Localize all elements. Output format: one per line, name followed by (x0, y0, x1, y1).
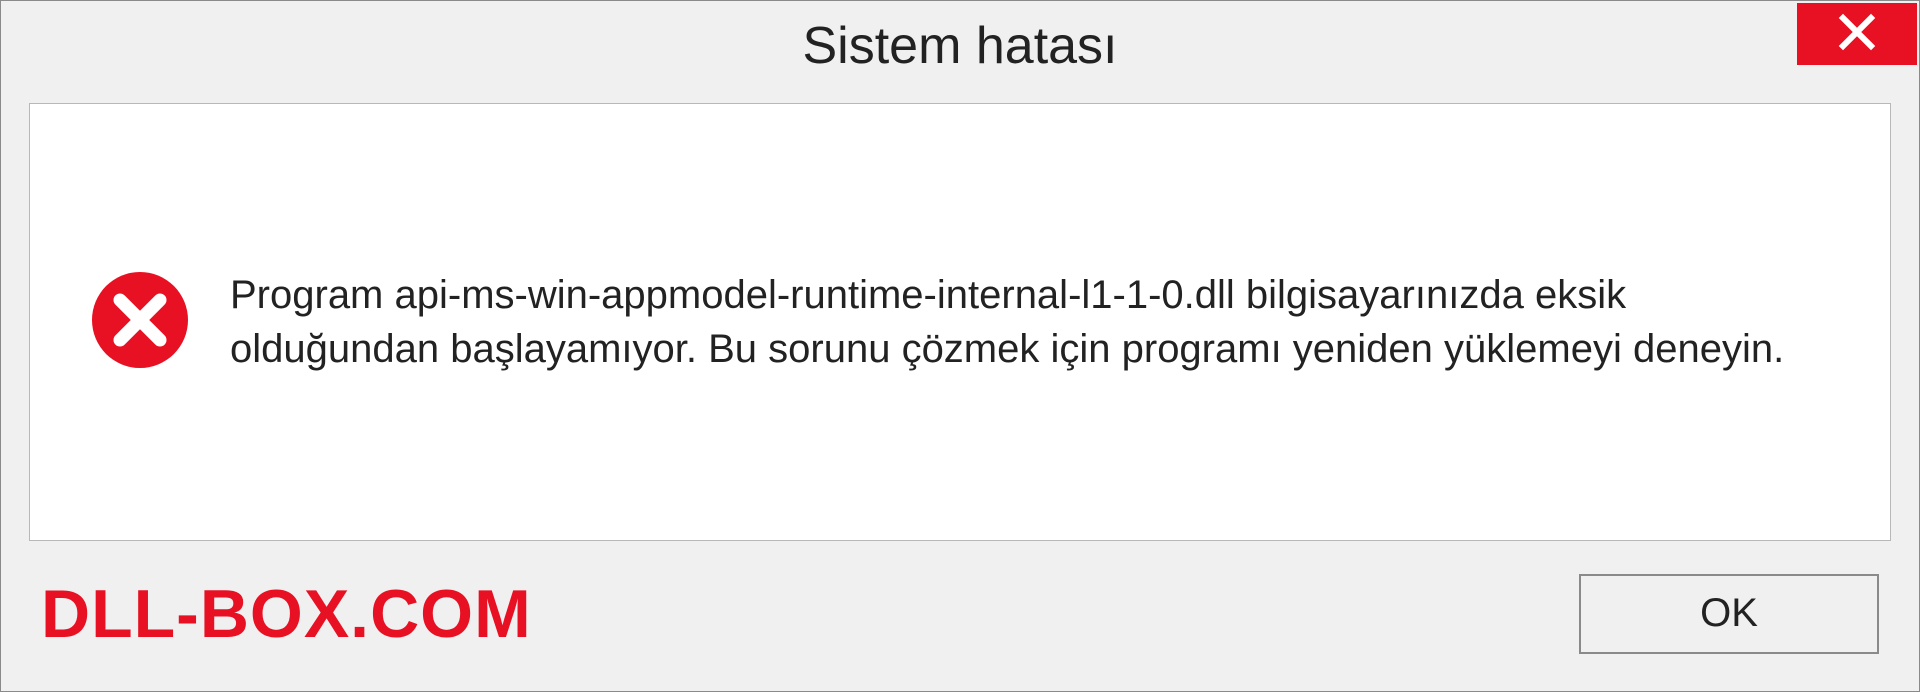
dialog-title: Sistem hatası (802, 16, 1117, 76)
watermark-text: DLL-BOX.COM (41, 575, 532, 653)
error-dialog: Sistem hatası Program api-ms-win-appmode… (0, 0, 1920, 692)
error-message: Program api-ms-win-appmodel-runtime-inte… (230, 268, 1830, 376)
close-button[interactable] (1797, 3, 1917, 65)
ok-button-label: OK (1700, 591, 1758, 636)
ok-button[interactable]: OK (1579, 574, 1879, 654)
close-icon (1837, 12, 1877, 57)
content-panel: Program api-ms-win-appmodel-runtime-inte… (29, 103, 1891, 541)
dialog-footer: DLL-BOX.COM OK (1, 561, 1919, 691)
error-icon (90, 270, 190, 375)
titlebar: Sistem hatası (1, 1, 1919, 91)
